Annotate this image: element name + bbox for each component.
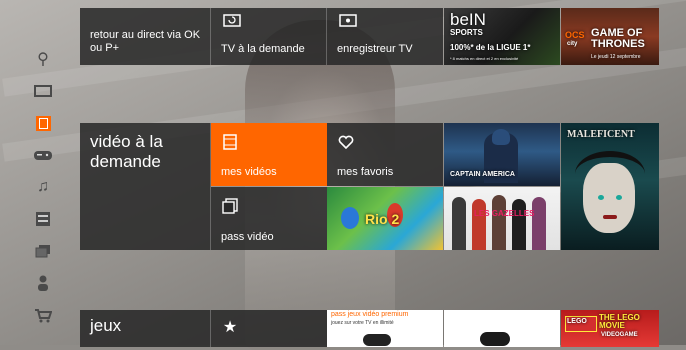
my-favorites-label: mes favoris — [337, 166, 394, 178]
my-videos-tile[interactable]: mes vidéos — [211, 123, 327, 186]
maleficent-title: MALEFICENT — [567, 129, 635, 140]
cart-icon[interactable] — [26, 304, 60, 326]
maleficent-poster[interactable]: MALEFICENT — [561, 123, 659, 250]
vod-section-tile[interactable]: vidéo à la demande — [80, 123, 211, 250]
games-section-title: jeux — [90, 316, 122, 335]
games-pass-title: pass jeux vidéo premium — [331, 311, 409, 318]
tv-on-demand-label: TV à la demande — [221, 43, 305, 55]
replay-tv-icon — [221, 10, 243, 32]
games-section-tile[interactable]: jeux — [80, 310, 211, 347]
bein-sub: SPORTS — [450, 28, 483, 37]
vod-section-title: vidéo à la demande — [90, 132, 163, 171]
les-gazelles-title: LES GAZELLES — [474, 209, 535, 218]
games-pass-promo-tile[interactable]: pass jeux vidéo premium jouez sur votre … — [327, 310, 443, 347]
got-title: GAME OF THRONES — [591, 27, 645, 50]
rio2-title: Rio 2 — [365, 211, 400, 227]
tv-on-demand-tile[interactable]: TV à la demande — [211, 8, 327, 65]
video-pass-tile[interactable]: pass vidéo — [211, 187, 327, 250]
controller-product-tile[interactable] — [444, 310, 560, 347]
got-date: Le jeudi 12 septembre — [591, 54, 641, 60]
bein-sports-tile[interactable]: beIN SPORTS 100%* de la LIGUE 1* * 8 mat… — [444, 8, 560, 65]
lego-brand: LEGO — [567, 318, 587, 325]
film-icon — [219, 131, 241, 153]
windows-icon[interactable] — [26, 240, 60, 262]
music-icon[interactable]: ♫ — [26, 176, 60, 198]
heart-icon — [335, 131, 357, 153]
user-icon[interactable] — [26, 272, 60, 294]
search-icon[interactable]: ⚲ — [26, 48, 60, 70]
captain-america-poster[interactable]: CAPTAIN AMERICA — [444, 123, 560, 186]
video-icon[interactable] — [26, 112, 60, 134]
ocs-sub: city — [567, 41, 578, 47]
lego-movie-tile[interactable]: LEGO THE LEGO MOVIE VIDEOGAME — [561, 310, 659, 347]
apps-icon[interactable] — [26, 208, 60, 230]
rio2-poster[interactable]: Rio 2 — [327, 187, 443, 250]
my-videos-label: mes vidéos — [221, 166, 277, 178]
gamepad-icon[interactable] — [26, 144, 60, 166]
games-pass-sub: jouez sur votre TV en illimité — [331, 320, 394, 326]
recorder-icon — [337, 10, 359, 32]
bein-small: * 8 matchs en direct et 2 en exclusivité — [450, 56, 519, 61]
controller-image — [480, 332, 510, 346]
les-gazelles-poster[interactable]: LES GAZELLES — [444, 187, 560, 250]
games-favorites-tile[interactable]: ★ — [211, 310, 327, 347]
my-favorites-tile[interactable]: mes favoris — [327, 123, 443, 186]
tv-recorder-tile[interactable]: enregistreur TV — [327, 8, 443, 65]
back-to-live-label: retour au direct via OK ou P+ — [90, 29, 201, 54]
gamepad-image — [363, 334, 391, 346]
back-to-live-tile[interactable]: retour au direct via OK ou P+ — [80, 8, 211, 65]
game-of-thrones-tile[interactable]: OCS city GAME OF THRONES Le jeudi 12 sep… — [561, 8, 659, 65]
captain-america-title: CAPTAIN AMERICA — [450, 171, 515, 178]
ocs-logo: OCS — [565, 30, 585, 40]
tv-recorder-label: enregistreur TV — [337, 43, 413, 55]
bein-caption: 100%* de la LIGUE 1* — [450, 43, 531, 52]
video-pass-label: pass vidéo — [221, 231, 274, 243]
tv-icon[interactable] — [26, 80, 60, 102]
lego-sub: VIDEOGAME — [601, 332, 638, 338]
pass-icon — [219, 195, 241, 217]
lego-title: THE LEGO MOVIE — [599, 313, 640, 330]
star-icon: ★ — [222, 319, 238, 336]
bein-logo: beIN — [450, 10, 486, 29]
